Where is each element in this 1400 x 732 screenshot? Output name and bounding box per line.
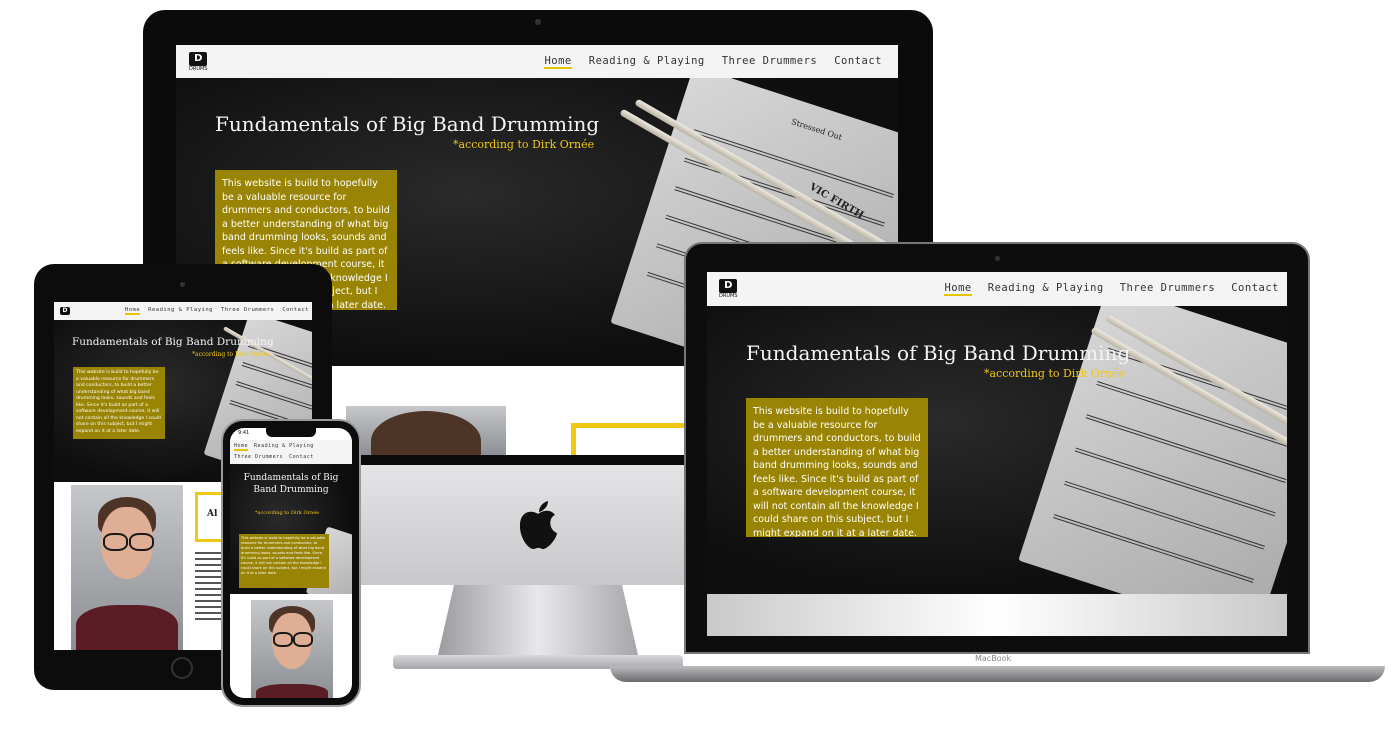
ipad-home-button[interactable] [171, 657, 193, 679]
nav-contact[interactable]: Contact [282, 307, 309, 315]
nav-home[interactable]: Home [124, 307, 141, 315]
macbook-brand-label: MacBook [975, 654, 1012, 663]
nav-contact[interactable]: Contact [834, 55, 882, 69]
nav-three-drummers[interactable]: Three Drummers [221, 307, 274, 315]
ipad-nav-bar: D Home Reading & Playing Three Drummers … [54, 302, 312, 320]
intro-text-box: This website is build to hopefully be a … [746, 398, 928, 537]
hero-subtitle: *according to Dirk Ornée [255, 510, 320, 516]
drums-logo-icon[interactable]: D DRUMS [189, 51, 207, 72]
hero-subtitle: *according to Dirk Ornée [984, 367, 1126, 380]
hero-title: Fundamentals of Big Band Drumming [243, 473, 339, 495]
intro-text-box: This website is build to hopefully be a … [239, 534, 329, 588]
hero-title: Fundamentals of Big Band Drumming [746, 341, 1131, 365]
iphone-device: 9:41 Home Reading & Playing Three Drumme… [221, 419, 361, 707]
hero-subtitle: *according to Dirk Ornée [453, 138, 595, 151]
iphone-nav-bar: Home Reading & Playing Three Drummers Co… [230, 440, 352, 464]
nav-three-drummers[interactable]: Three Drummers [722, 55, 818, 69]
apple-logo-icon [515, 500, 561, 552]
nav-reading-playing[interactable]: Reading & Playing [254, 443, 314, 451]
drums-logo-icon[interactable]: D [60, 307, 70, 315]
profile-photo [71, 485, 183, 650]
nav-reading-playing[interactable]: Reading & Playing [988, 282, 1104, 296]
nav-contact[interactable]: Contact [289, 454, 314, 460]
status-time: 9:41 [238, 430, 250, 436]
iphone-hero: Fundamentals of Big Band Drumming *accor… [230, 464, 352, 594]
hero-title: Fundamentals of Big Band Drumming [215, 112, 600, 136]
macbook-screen: D DRUMS Home Reading & Playing Three Dru… [707, 272, 1287, 636]
macbook-hero: Fundamentals of Big Band Drumming *accor… [707, 306, 1287, 594]
iphone-screen: 9:41 Home Reading & Playing Three Drumme… [230, 428, 352, 698]
imac-nav-bar: D DRUMS Home Reading & Playing Three Dru… [176, 45, 898, 78]
ipad-camera [180, 282, 185, 287]
hero-subtitle: *according to Dirk Ornée [192, 351, 269, 358]
nav-home[interactable]: Home [944, 282, 972, 296]
profile-photo [251, 600, 333, 698]
nav-reading-playing[interactable]: Reading & Playing [589, 55, 705, 69]
imac-stand [438, 585, 638, 655]
drums-logo-icon[interactable]: D DRUMS [719, 279, 737, 299]
profile-photo [346, 406, 506, 455]
nav-home[interactable]: Home [234, 443, 249, 451]
nav-contact[interactable]: Contact [1231, 282, 1279, 296]
hero-title: Fundamentals of Big Band Drumming [72, 336, 274, 348]
intro-text-box: This website is build to hopefully be a … [73, 367, 165, 439]
imac-camera [535, 19, 541, 25]
iphone-notch [266, 428, 316, 437]
macbook-device: MacBook D DRUMS Home Reading & Playing T… [610, 242, 1385, 682]
nav-home[interactable]: Home [544, 55, 572, 69]
macbook-camera [995, 256, 1000, 261]
macbook-base [610, 666, 1385, 682]
macbook-page-below [707, 594, 1287, 636]
nav-three-drummers[interactable]: Three Drummers [234, 454, 283, 460]
macbook-nav-bar: D DRUMS Home Reading & Playing Three Dru… [707, 272, 1287, 306]
nav-reading-playing[interactable]: Reading & Playing [148, 307, 213, 315]
nav-three-drummers[interactable]: Three Drummers [1120, 282, 1216, 296]
